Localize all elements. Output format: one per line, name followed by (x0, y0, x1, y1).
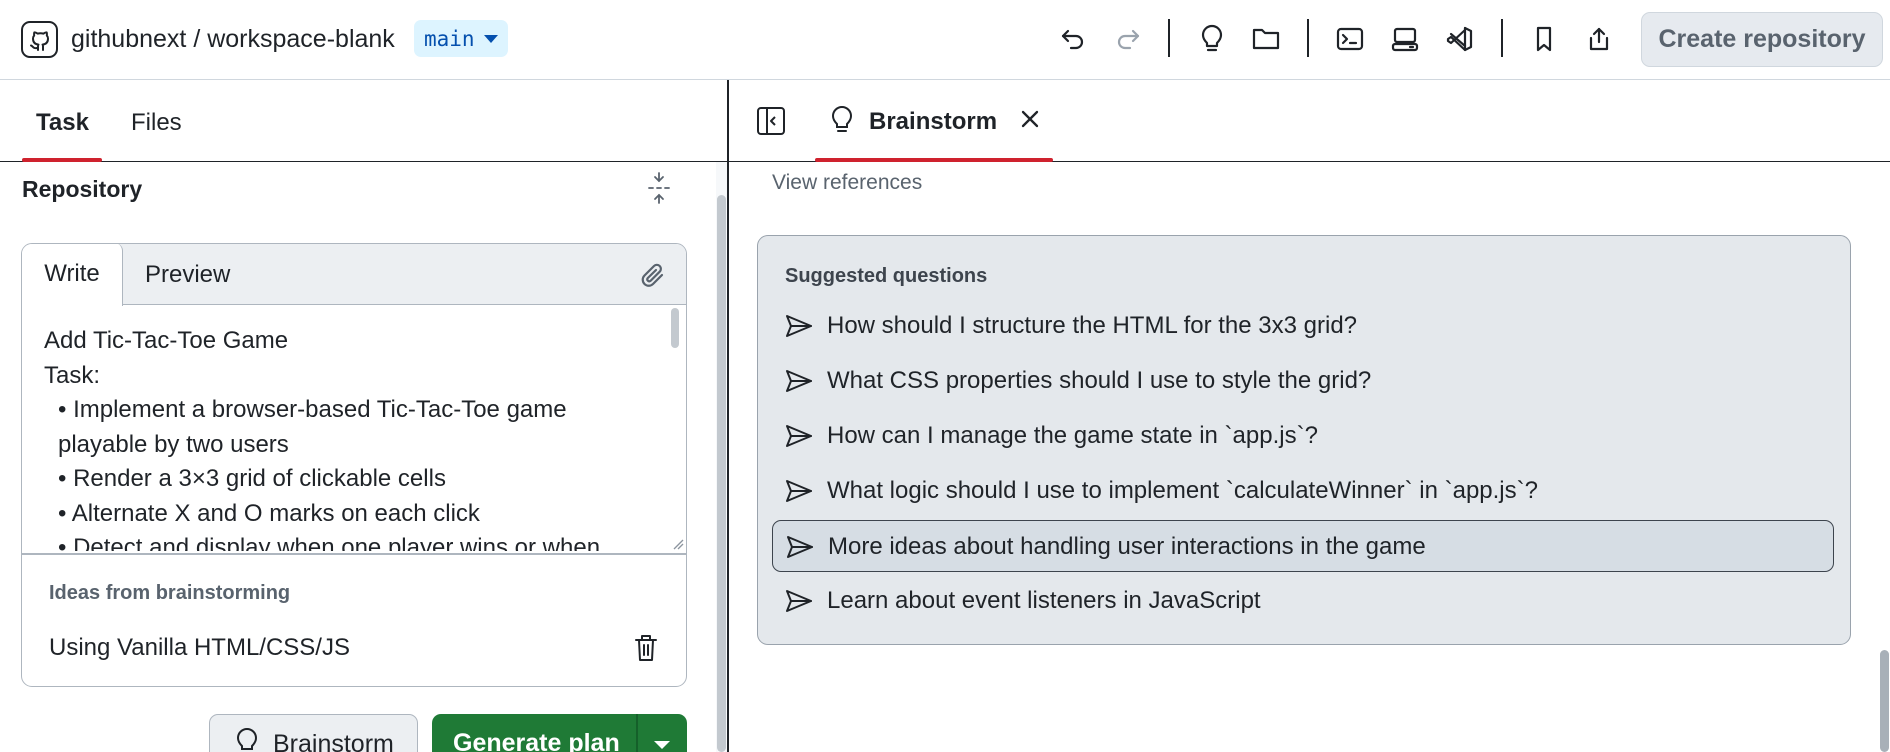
section-title: Repository (22, 176, 143, 202)
divider (22, 553, 686, 555)
breadcrumb-separator: / (186, 25, 208, 53)
brainstorm-button-label: Brainstorm (273, 730, 394, 752)
chevron-down-icon[interactable] (654, 741, 670, 749)
tab-brainstorm[interactable]: Brainstorm (869, 107, 997, 137)
top-header: githubnext / workspace-blank main Create… (0, 0, 1890, 80)
terminal-icon[interactable] (1332, 21, 1368, 57)
task-line: • Render a 3×3 grid of clickable cells (58, 465, 446, 492)
suggested-question[interactable]: Learn about event listeners in JavaScrip… (772, 575, 1834, 627)
suggested-question[interactable]: How can I manage the game state in `app.… (772, 410, 1834, 462)
task-editor: Write Preview Add Tic-Tac-Toe Game Task:… (21, 243, 687, 687)
toolbar-divider (1168, 19, 1170, 57)
folder-icon[interactable] (1248, 21, 1284, 57)
repo-owner-link[interactable]: githubnext (71, 25, 186, 53)
suggested-question[interactable]: What CSS properties should I use to styl… (772, 355, 1834, 407)
tab-write[interactable]: Write (22, 244, 123, 306)
suggested-questions-panel: Suggested questions How should I structu… (757, 235, 1851, 645)
send-icon (786, 590, 812, 612)
suggested-question-text: What CSS properties should I use to styl… (827, 367, 1372, 394)
task-line: • Alternate X and O marks on each click (58, 499, 480, 527)
repo-name-link[interactable]: workspace-blank (207, 25, 395, 53)
resize-handle-icon[interactable] (672, 537, 684, 550)
undo-icon[interactable] (1055, 21, 1091, 57)
left-scrollbar[interactable] (717, 195, 726, 752)
generate-plan-label: Generate plan (453, 729, 620, 752)
generate-plan-button[interactable]: Generate plan (432, 714, 687, 752)
send-icon (786, 425, 812, 447)
repo-breadcrumb: githubnext / workspace-blank (71, 22, 395, 56)
ideas-heading: Ideas from brainstorming (49, 582, 291, 604)
vscode-icon[interactable] (1442, 21, 1478, 57)
send-icon (787, 536, 813, 558)
button-divider (636, 714, 638, 752)
suggested-question[interactable]: More ideas about handling user interacti… (772, 520, 1834, 572)
suggested-question-text: Learn about event listeners in JavaScrip… (827, 587, 1261, 614)
bookmark-icon[interactable] (1526, 21, 1562, 57)
toolbar-divider (1501, 19, 1503, 57)
branch-selector[interactable]: main (414, 20, 508, 57)
active-tab-indicator (815, 158, 1053, 162)
right-scrollbar[interactable] (1880, 650, 1889, 752)
task-description-textarea[interactable]: Add Tic-Tac-Toe Game Task: • Implement a… (44, 324, 652, 551)
suggested-question-text: How can I manage the game state in `app.… (827, 422, 1318, 449)
tab-task[interactable]: Task (36, 108, 89, 138)
lightbulb-icon (236, 728, 258, 750)
suggested-question-text: More ideas about handling user interacti… (828, 533, 1426, 560)
task-line: • Detect and display when one player win… (58, 534, 601, 551)
task-line: Add Tic-Tac-Toe Game (44, 327, 289, 354)
toolbar-divider (1307, 19, 1309, 57)
sidebar-toggle-icon[interactable] (756, 106, 786, 136)
left-pane-tabs: Task Files (0, 80, 727, 162)
suggested-question-text: How should I structure the HTML for the … (827, 312, 1358, 339)
suggested-questions-heading: Suggested questions (785, 265, 988, 287)
tab-preview[interactable]: Preview (145, 244, 230, 305)
lightbulb-icon (829, 105, 855, 140)
task-line: Task: (44, 361, 101, 389)
editor-tab-bar: Write Preview (22, 244, 686, 306)
active-tab-indicator (22, 158, 102, 162)
send-icon (786, 315, 812, 337)
idea-item: Using Vanilla HTML/CSS/JS (49, 634, 350, 661)
tab-files[interactable]: Files (131, 108, 182, 138)
redo-icon[interactable] (1110, 21, 1146, 57)
suggested-question-text: What logic should I use to implement `ca… (827, 477, 1538, 504)
share-icon[interactable] (1581, 21, 1617, 57)
task-line: • Implement a browser-based Tic-Tac-Toe … (58, 396, 567, 458)
collapse-icon[interactable] (644, 170, 674, 206)
trash-icon[interactable] (632, 632, 660, 664)
create-repository-button[interactable]: Create repository (1641, 12, 1883, 67)
branch-name: main (424, 27, 475, 51)
paperclip-icon[interactable] (638, 261, 668, 291)
pane-divider[interactable] (727, 80, 729, 752)
textarea-scrollbar[interactable] (671, 308, 679, 348)
close-icon[interactable] (1017, 106, 1043, 132)
github-logo-icon[interactable] (21, 21, 58, 58)
codespace-icon[interactable] (1387, 21, 1423, 57)
suggested-question[interactable]: What logic should I use to implement `ca… (772, 465, 1834, 517)
view-references-link[interactable]: View references (772, 170, 922, 196)
send-icon (786, 480, 812, 502)
right-pane-tabs: Brainstorm (729, 80, 1890, 162)
send-icon (786, 370, 812, 392)
chevron-down-icon (484, 35, 498, 43)
brainstorm-button[interactable]: Brainstorm (209, 714, 418, 752)
lightbulb-icon[interactable] (1194, 21, 1230, 57)
suggested-question[interactable]: How should I structure the HTML for the … (772, 300, 1834, 352)
